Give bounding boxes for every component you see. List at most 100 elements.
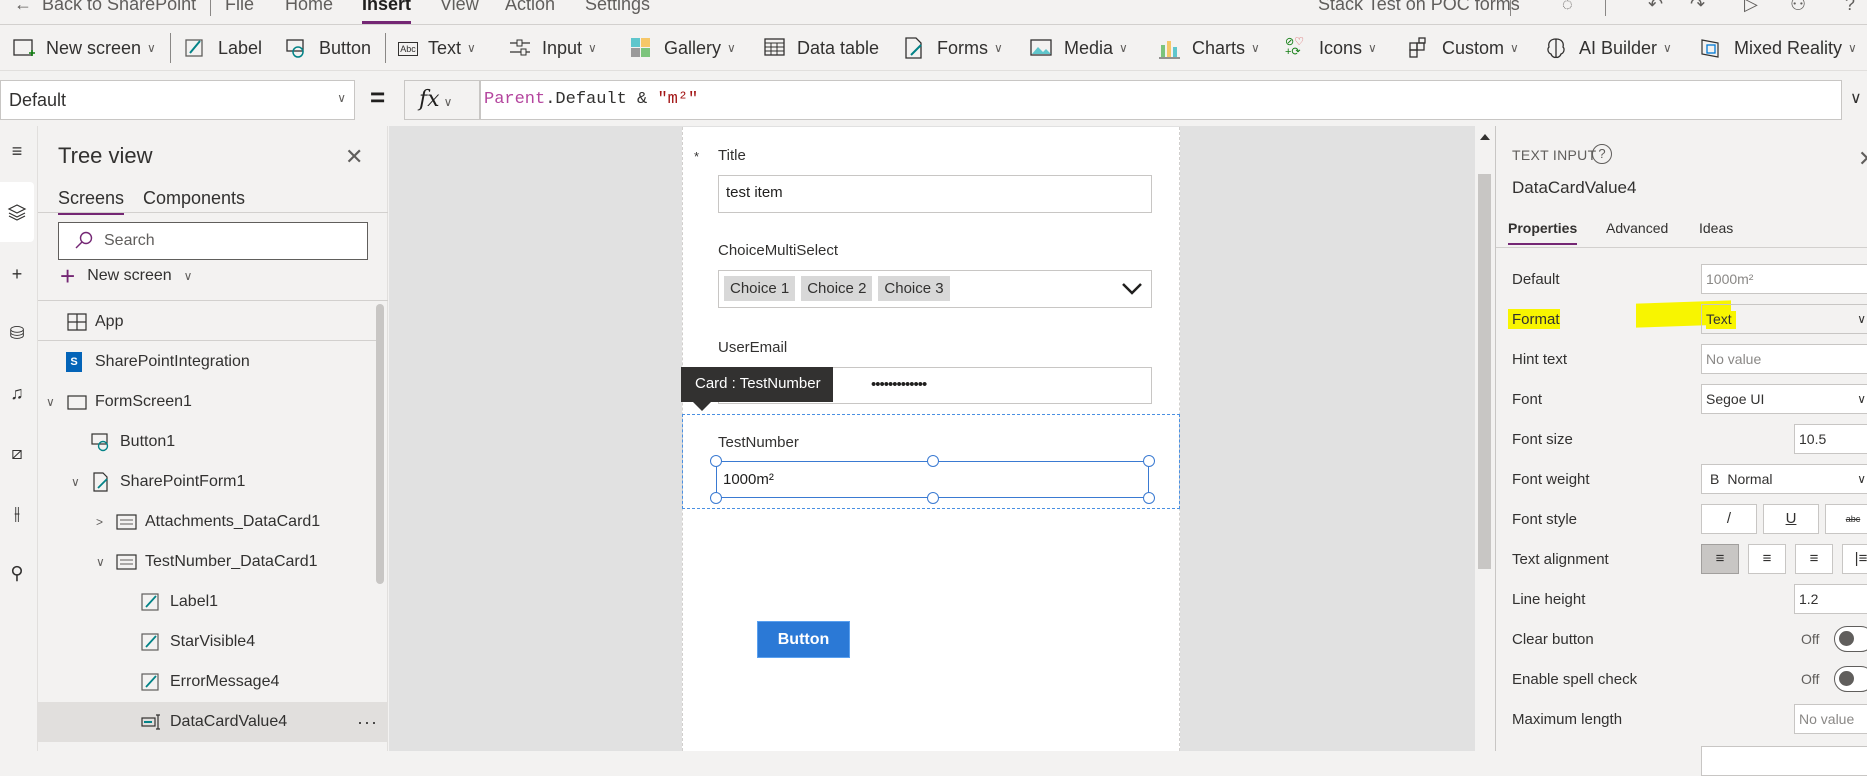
new-screen-button[interactable]: + New screen ∨ — [60, 263, 192, 289]
resize-handle[interactable] — [710, 455, 722, 467]
menu-action[interactable]: Action — [505, 0, 555, 15]
spell-check-toggle[interactable] — [1834, 666, 1867, 692]
insert-icons-button[interactable]: ⊘♡ +⟳ Icons ∨ — [1285, 35, 1377, 61]
insert-media-button[interactable]: Media ∨ — [1030, 35, 1128, 61]
insert-charts-button[interactable]: Charts ∨ — [1158, 35, 1260, 61]
choice-chip[interactable]: Choice 2 — [801, 276, 873, 301]
clear-button-toggle[interactable] — [1834, 626, 1867, 652]
choice-multiselect-combobox[interactable]: Choice 1 Choice 2 Choice 3 — [718, 270, 1152, 308]
property-dropdown[interactable]: Default ∨ — [0, 80, 355, 120]
align-justify-button[interactable]: |≡ — [1842, 544, 1867, 574]
app-checker-icon[interactable]: ◌ — [1562, 0, 1573, 15]
insert-forms-button[interactable]: Forms ∨ — [903, 35, 1003, 61]
tree-item-app[interactable]: App — [38, 302, 388, 342]
chevron-down-icon[interactable] — [1121, 282, 1143, 296]
align-center-button[interactable]: ≡ — [1748, 544, 1786, 574]
back-to-sharepoint-button[interactable]: ← Back to SharePoint — [14, 0, 196, 15]
advanced-tools-icon[interactable]: ⫲ — [0, 496, 34, 530]
tab-components[interactable]: Components — [143, 188, 245, 209]
close-icon[interactable]: ✕ — [345, 144, 363, 170]
menu-settings[interactable]: Settings — [585, 0, 650, 15]
title-input[interactable]: test item — [718, 175, 1152, 213]
preview-play-icon[interactable]: ▷ — [1744, 0, 1758, 15]
font-weight-dropdown[interactable]: B Normal ∨ — [1701, 464, 1867, 494]
choice-chip[interactable]: Choice 1 — [724, 276, 796, 301]
align-right-button[interactable]: ≡ — [1795, 544, 1833, 574]
menu-file[interactable]: File — [225, 0, 254, 15]
resize-handle[interactable] — [927, 492, 939, 504]
data-cylinder-icon[interactable]: ⛁ — [0, 316, 34, 350]
default-value-input[interactable]: 1000m² — [1701, 264, 1867, 294]
tree-item-errormessage4[interactable]: ErrorMessage4 — [38, 662, 388, 702]
format-dropdown[interactable]: Text ∨ — [1701, 304, 1867, 334]
help-circle-icon[interactable]: ? — [1592, 144, 1612, 164]
font-size-input[interactable]: 10.5 — [1794, 424, 1867, 454]
tab-properties[interactable]: Properties — [1508, 220, 1578, 245]
new-screen-button[interactable]: New screen ∨ — [12, 35, 156, 61]
resize-handle[interactable] — [710, 492, 722, 504]
help-icon[interactable]: ? — [1845, 0, 1855, 15]
menu-view[interactable]: View — [440, 0, 479, 15]
insert-button-button[interactable]: Button — [285, 35, 371, 61]
tree-item-sharepointform1[interactable]: ∨ SharePointForm1 — [38, 462, 388, 502]
resize-handle[interactable] — [927, 455, 939, 467]
close-icon[interactable]: ✕ — [1858, 146, 1867, 172]
chevron-down-icon[interactable]: ∨ — [71, 475, 80, 489]
tree-view-layers-icon[interactable] — [0, 182, 34, 242]
menu-home[interactable]: Home — [285, 0, 333, 15]
underline-button[interactable]: U — [1763, 504, 1819, 534]
form-button[interactable]: Button — [757, 621, 850, 658]
tree-item-datacardvalue4[interactable]: DataCardValue4 ··· — [38, 702, 388, 742]
menu-insert[interactable]: Insert — [362, 0, 412, 24]
italic-button[interactable]: / — [1701, 504, 1757, 534]
tab-ideas[interactable]: Ideas — [1699, 220, 1733, 236]
fx-button[interactable]: fx ∨ — [404, 80, 480, 120]
canvas-scrollbar[interactable] — [1475, 126, 1493, 751]
chevron-right-icon[interactable]: > — [96, 515, 103, 529]
tree-scrollbar[interactable] — [376, 304, 384, 584]
insert-ai-builder-button[interactable]: AI Builder ∨ — [1545, 35, 1672, 61]
media-icon[interactable]: ♫ — [0, 376, 34, 410]
tree-item-sharepointintegration[interactable]: S SharePointIntegration — [38, 342, 388, 382]
insert-data-table-button[interactable]: Data table — [763, 35, 879, 61]
insert-gallery-button[interactable]: Gallery ∨ — [630, 35, 736, 61]
tab-screens[interactable]: Screens — [58, 188, 125, 215]
tree-item-label1[interactable]: Label1 — [38, 582, 388, 622]
insert-input-button[interactable]: Input ∨ — [508, 35, 597, 61]
expand-formula-icon[interactable]: ∨ — [1850, 88, 1862, 108]
tab-advanced[interactable]: Advanced — [1606, 220, 1668, 236]
scroll-up-arrow-icon[interactable] — [1480, 134, 1490, 140]
more-options-icon[interactable]: ··· — [357, 712, 378, 733]
hamburger-menu-icon[interactable]: ≡ — [0, 134, 34, 168]
share-user-icon[interactable]: ⚇ — [1790, 0, 1806, 15]
font-dropdown[interactable]: Segoe UI ∨ — [1701, 384, 1867, 414]
hint-text-input[interactable]: No value — [1701, 344, 1867, 374]
control-name[interactable]: DataCardValue4 — [1512, 178, 1636, 198]
formula-input[interactable]: Parent.Default & "m²" — [480, 80, 1842, 120]
strikethrough-button[interactable]: abc — [1825, 504, 1867, 534]
chevron-down-icon[interactable]: ∨ — [96, 555, 105, 569]
max-length-input[interactable]: No value — [1794, 704, 1867, 734]
align-left-button[interactable]: ≡ — [1701, 544, 1739, 574]
line-height-input[interactable]: 1.2 — [1794, 584, 1867, 614]
scroll-thumb[interactable] — [1478, 174, 1491, 569]
tree-item-testnumber-datacard1[interactable]: ∨ TestNumber_DataCard1 — [38, 542, 388, 582]
tree-item-starvisible4[interactable]: StarVisible4 — [38, 622, 388, 662]
chevron-down-icon[interactable]: ∨ — [46, 395, 55, 409]
search-icon[interactable]: ⚲ — [0, 556, 34, 590]
insert-text-button[interactable]: Abc Text ∨ — [398, 35, 476, 61]
insert-mixed-reality-button[interactable]: Mixed Reality ∨ — [1700, 35, 1857, 61]
resize-handle[interactable] — [1143, 455, 1155, 467]
undo-icon[interactable]: ↶ — [1648, 0, 1663, 15]
insert-custom-button[interactable]: Custom ∨ — [1408, 35, 1519, 61]
insert-label-button[interactable]: Label — [184, 35, 262, 61]
power-automate-icon[interactable]: ⧄ — [0, 436, 34, 470]
tree-search-input[interactable]: Search — [58, 222, 368, 260]
redo-icon[interactable]: ↷ — [1690, 0, 1705, 15]
resize-handle[interactable] — [1143, 492, 1155, 504]
insert-plus-icon[interactable]: + — [0, 257, 34, 291]
tree-item-formscreen1[interactable]: ∨ FormScreen1 — [38, 382, 388, 422]
tree-item-attachments-datacard1[interactable]: > Attachments_DataCard1 — [38, 502, 388, 542]
tree-item-button1[interactable]: Button1 — [38, 422, 388, 462]
choice-chip[interactable]: Choice 3 — [878, 276, 950, 301]
